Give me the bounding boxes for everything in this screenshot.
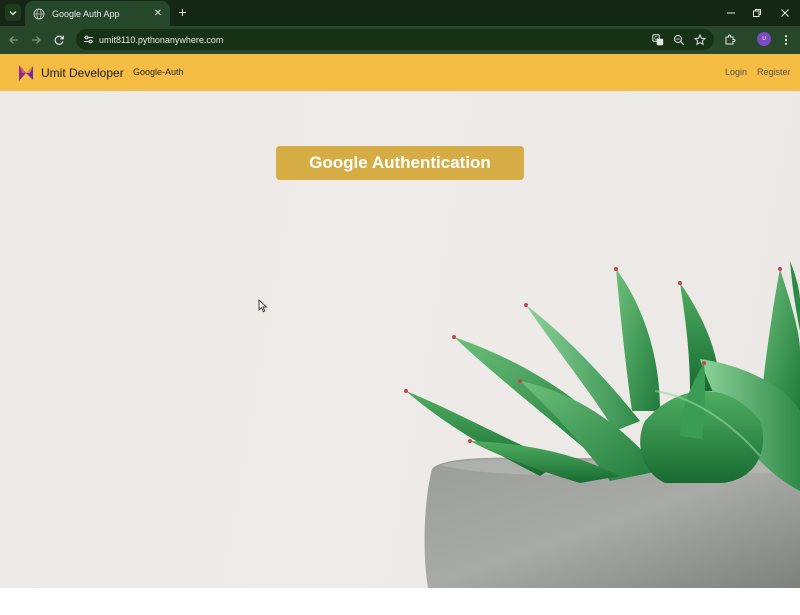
translate-icon: G [652, 33, 664, 45]
nav-link-google-auth[interactable]: Google-Auth [133, 67, 184, 77]
profile-initials: U [762, 36, 766, 42]
zoom-icon [673, 34, 685, 45]
close-tab-icon[interactable]: ✕ [152, 8, 164, 20]
restore-button[interactable] [743, 0, 771, 26]
kebab-menu-icon [784, 35, 788, 45]
minimize-button[interactable] [717, 0, 745, 26]
browser-menu-button[interactable] [778, 32, 794, 48]
zoom-button[interactable] [672, 33, 686, 47]
tab-title: Google Auth App [52, 8, 120, 19]
extensions-button[interactable] [722, 32, 738, 48]
back-button[interactable] [6, 32, 22, 48]
arrow-left-icon [9, 36, 18, 44]
mouse-cursor-icon [258, 299, 268, 313]
nav-link-register[interactable]: Register [757, 67, 791, 77]
forward-button[interactable] [28, 32, 44, 48]
site-navbar: Umit Developer Google-Auth Login Registe… [0, 54, 800, 91]
url-text[interactable]: umit8110.pythonanywhere.com [99, 35, 651, 45]
arrow-right-icon [32, 36, 41, 44]
bookmark-button[interactable] [693, 33, 707, 47]
close-window-button[interactable] [771, 0, 799, 26]
brand-name: Umit Developer [41, 66, 124, 80]
address-bar[interactable]: umit8110.pythonanywhere.com G [76, 29, 714, 50]
puzzle-icon [725, 34, 736, 45]
restore-icon [753, 9, 761, 17]
google-authentication-button[interactable]: Google Authentication [276, 146, 524, 180]
page-bottom-strip [0, 588, 800, 615]
chevron-down-icon [9, 10, 17, 15]
profile-avatar[interactable]: U [757, 32, 771, 46]
browser-tab-bar: Google Auth App ✕ + [0, 0, 800, 26]
svg-text:G: G [654, 36, 658, 42]
reload-button[interactable] [51, 32, 67, 48]
tune-icon [83, 35, 93, 44]
browser-tab[interactable]: Google Auth App ✕ [25, 1, 170, 26]
new-tab-button[interactable]: + [175, 5, 190, 20]
globe-icon [33, 8, 45, 19]
browser-toolbar: umit8110.pythonanywhere.com G U [0, 26, 800, 54]
web-page: Umit Developer Google-Auth Login Registe… [0, 54, 800, 615]
brand-link[interactable]: Umit Developer [17, 63, 124, 83]
tab-search-button[interactable] [5, 4, 21, 21]
site-info-button[interactable] [81, 33, 95, 47]
minimize-icon [727, 12, 735, 14]
close-icon [781, 9, 789, 17]
translate-button[interactable]: G [651, 33, 665, 47]
reload-icon [54, 35, 64, 45]
nav-link-login[interactable]: Login [725, 67, 747, 77]
star-icon [694, 33, 706, 45]
butterfly-logo-icon [19, 65, 33, 81]
hero-section: Google Authentication [0, 91, 800, 588]
